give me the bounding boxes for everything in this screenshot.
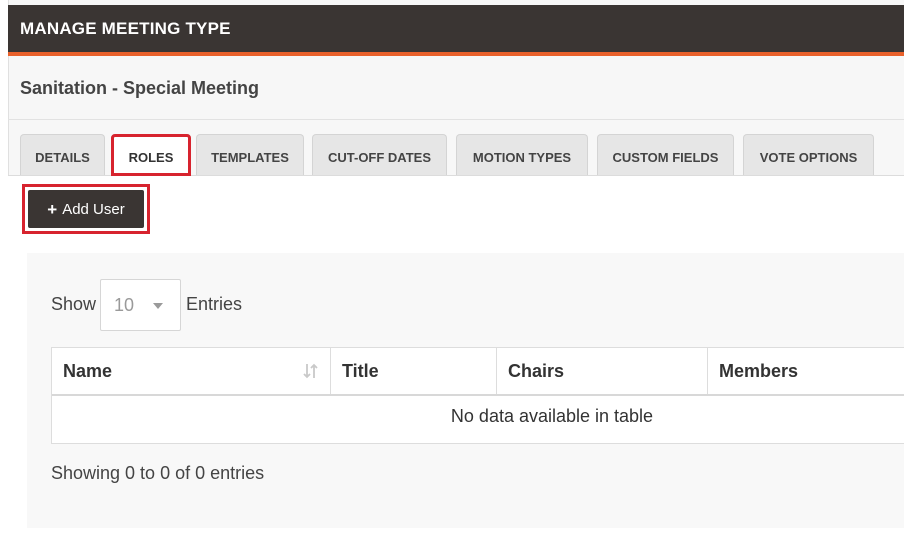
tab-roles[interactable]: ROLES xyxy=(111,134,191,176)
sort-icon xyxy=(303,363,318,379)
column-header-title[interactable]: Title xyxy=(331,348,497,394)
column-header-label: Name xyxy=(63,360,113,381)
table-info: Showing 0 to 0 of 0 entries xyxy=(51,463,265,483)
empty-table-message: No data available in table xyxy=(450,406,654,426)
column-header-label: Members xyxy=(719,360,799,381)
tab-templates[interactable]: TEMPLATES xyxy=(196,134,304,175)
column-header-label: Chairs xyxy=(508,360,565,381)
page-length-select[interactable]: 10 xyxy=(100,279,181,331)
plus-icon: + xyxy=(47,199,58,219)
add-user-label: Add User xyxy=(62,200,125,218)
chevron-down-icon xyxy=(153,303,163,309)
tab-custom-fields[interactable]: CUSTOM FIELDS xyxy=(597,134,734,175)
entries-label: Entries xyxy=(186,294,243,314)
header-title: MANAGE MEETING TYPE xyxy=(20,19,231,38)
table-header: Name Title Chairs Members xyxy=(52,348,904,396)
column-header-name[interactable]: Name xyxy=(52,348,331,394)
tab-vote-options[interactable]: VOTE OPTIONS xyxy=(743,134,874,175)
column-header-members[interactable]: Members xyxy=(708,348,904,394)
roles-table: Name Title Chairs Members No data availa… xyxy=(51,347,904,444)
page-header: MANAGE MEETING TYPE xyxy=(8,5,904,56)
show-label: Show xyxy=(51,294,97,314)
add-user-button[interactable]: + Add User xyxy=(28,190,144,228)
page-length-value: 10 xyxy=(114,295,135,315)
page-subtitle: Sanitation - Special Meeting xyxy=(20,78,260,98)
tab-motion-types[interactable]: MOTION TYPES xyxy=(456,134,588,175)
tab-cut-off-dates[interactable]: CUT-OFF DATES xyxy=(312,134,447,175)
column-header-label: Title xyxy=(342,360,379,381)
column-header-chairs[interactable]: Chairs xyxy=(497,348,708,394)
divider xyxy=(8,119,904,120)
tab-details[interactable]: DETAILS xyxy=(20,134,105,175)
